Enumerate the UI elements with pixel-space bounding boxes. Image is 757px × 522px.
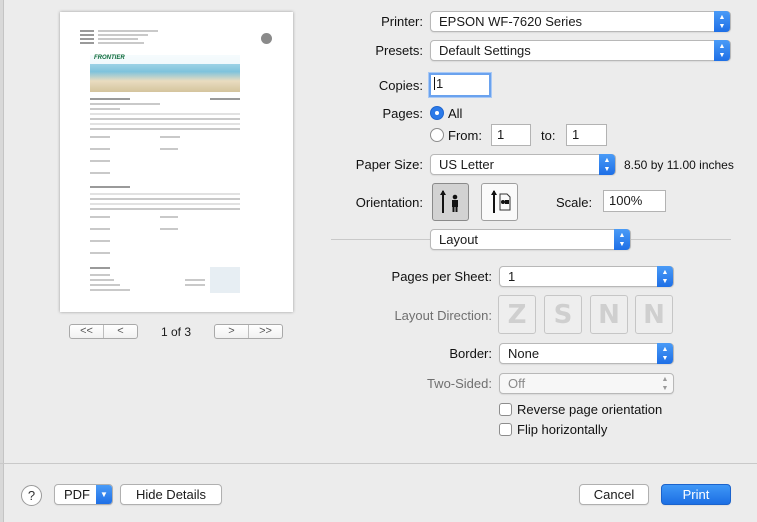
footer-divider (0, 463, 757, 464)
portrait-icon (439, 190, 458, 213)
pages-all-label[interactable]: All (448, 106, 462, 121)
cancel-button[interactable]: Cancel (579, 484, 649, 505)
pages-per-sheet-value: 1 (508, 269, 516, 284)
two-sided-value: Off (508, 376, 526, 391)
layout-direction-z-button[interactable]: Z (498, 295, 536, 334)
section-popup[interactable]: Layout ▲ ▼ (430, 229, 631, 250)
text-caret (434, 77, 435, 90)
flip-horizontally-checkbox[interactable] (499, 423, 512, 436)
chevron-updown-icon: ▲ ▼ (714, 11, 730, 32)
paper-size-value: US Letter (439, 157, 494, 172)
reverse-orientation-label[interactable]: Reverse page orientation (517, 402, 662, 417)
presets-value: Default Settings (439, 43, 531, 58)
help-button[interactable]: ? (21, 485, 42, 506)
pages-from-label[interactable]: From: (448, 128, 482, 143)
preview-logo: FRONTIER (94, 55, 125, 61)
orientation-landscape-button[interactable] (481, 183, 518, 221)
preview-nav-forward-group[interactable]: > >> (214, 324, 283, 339)
reverse-orientation-checkbox[interactable] (499, 403, 512, 416)
paper-size-label: Paper Size: (355, 157, 423, 172)
paper-dimensions: 8.50 by 11.00 inches (624, 158, 734, 172)
scale-field[interactable]: 100% (603, 190, 666, 212)
chevron-updown-icon: ▲ ▼ (599, 154, 615, 175)
copies-field[interactable]: 1 (429, 73, 491, 97)
pages-to-field[interactable]: 1 (566, 124, 607, 146)
border-popup[interactable]: None ▲ ▼ (499, 343, 674, 364)
pages-to-label: to: (541, 128, 556, 143)
pages-per-sheet-label: Pages per Sheet: (391, 269, 492, 284)
background-window-edge (0, 0, 4, 522)
pdf-label: PDF (64, 487, 90, 502)
presets-popup[interactable]: Default Settings ▲ ▼ (430, 40, 731, 61)
presets-label: Presets: (375, 43, 423, 58)
scale-label: Scale: (556, 195, 593, 210)
chevron-updown-icon: ▲ ▼ (661, 375, 669, 392)
landscape-icon (490, 190, 510, 213)
preview-ad-image (210, 267, 240, 293)
orientation-portrait-button[interactable] (432, 183, 469, 221)
layout-direction-n-button[interactable]: N (590, 295, 628, 334)
copies-label: Copies: (378, 78, 423, 93)
page-indicator: 1 of 3 (161, 325, 192, 339)
layout-direction-n-reverse-button[interactable]: N (635, 295, 673, 334)
pdf-menu-button[interactable]: PDF ▼ (54, 484, 113, 505)
preview-close-icon (261, 33, 272, 44)
chevron-updown-icon: ▲ ▼ (657, 266, 673, 287)
printer-value: EPSON WF-7620 Series (439, 14, 583, 29)
print-preview: FRONTIER (60, 12, 293, 312)
pages-label: Pages: (382, 106, 423, 121)
orientation-label: Orientation: (355, 195, 423, 210)
chevron-down-icon: ▼ (96, 485, 112, 504)
printer-label: Printer: (381, 14, 423, 29)
pages-range-radio[interactable] (430, 128, 444, 142)
previous-page-button[interactable]: < (103, 325, 137, 338)
border-label: Border: (449, 346, 492, 361)
chevron-updown-icon: ▲ ▼ (714, 40, 730, 61)
hide-details-button[interactable]: Hide Details (120, 484, 222, 505)
printer-popup[interactable]: EPSON WF-7620 Series ▲ ▼ (430, 11, 731, 32)
layout-direction-s-button[interactable]: S (544, 295, 582, 334)
last-page-button[interactable]: >> (248, 325, 282, 338)
chevron-updown-icon: ▲ ▼ (614, 229, 630, 250)
copies-value: 1 (436, 76, 444, 91)
print-button[interactable]: Print (661, 484, 731, 505)
two-sided-label: Two-Sided: (426, 376, 492, 391)
two-sided-popup[interactable]: Off ▲ ▼ (499, 373, 674, 394)
first-page-button[interactable]: << (70, 325, 103, 338)
flip-horizontally-label[interactable]: Flip horizontally (517, 422, 607, 437)
next-page-button[interactable]: > (215, 325, 248, 338)
pages-from-field[interactable]: 1 (491, 124, 531, 146)
pages-all-radio[interactable] (430, 106, 444, 120)
border-value: None (508, 346, 540, 361)
pages-per-sheet-popup[interactable]: 1 ▲ ▼ (499, 266, 674, 287)
section-value: Layout (439, 232, 479, 247)
chevron-updown-icon: ▲ ▼ (657, 343, 673, 364)
preview-nav-back-group[interactable]: << < (69, 324, 138, 339)
layout-direction-label: Layout Direction: (394, 308, 492, 323)
paper-size-popup[interactable]: US Letter ▲ ▼ (430, 154, 616, 175)
